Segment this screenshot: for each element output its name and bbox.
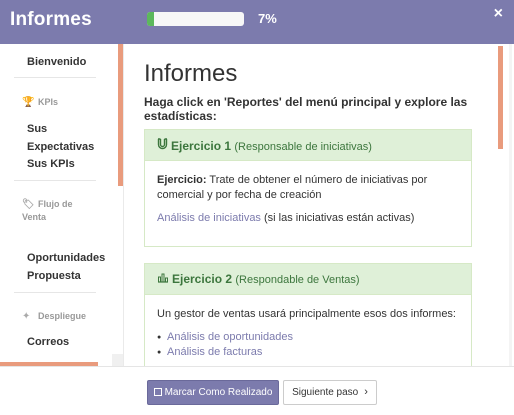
link-analisis-facturas[interactable]: Análisis de facturas [167, 346, 262, 358]
magic-wand-icon: ✦ [22, 311, 31, 322]
footer-bar: Marcar Como Realizado Siguiente paso › [0, 366, 514, 415]
exercise-card-header: Ejercicio 1 (Responsable de iniciativas) [145, 130, 471, 161]
exercise-card-header: Ejercicio 2 (Respondable de Ventas) [145, 264, 471, 295]
main-scroll-track [509, 44, 512, 366]
intro-text: Haga click en 'Reportes' del menú princi… [144, 95, 468, 123]
sidebar-scroll-corner [112, 354, 123, 366]
header-bar: Informes 7% × [0, 0, 514, 44]
exercise-subtitle: (Responsable de iniciativas) [234, 141, 372, 153]
exercise-card-1: Ejercicio 1 (Responsable de iniciativas)… [144, 129, 472, 247]
sidebar-group-label: Despliegue [38, 311, 87, 321]
sidebar-divider [14, 180, 96, 181]
exercise-lead-text: Un gestor de ventas usará principalmente… [157, 308, 456, 320]
exercise-title: Ejercicio 1 [171, 139, 232, 153]
link-analisis-oportunidades[interactable]: Análisis de oportunidades [167, 331, 293, 343]
close-icon[interactable]: × [494, 5, 503, 23]
report-link-list: Análisis de oportunidades Análisis de fa… [157, 330, 459, 360]
bar-chart-icon [157, 272, 169, 286]
sidebar-group-flujo: 🏷 Flujo de Venta [22, 198, 92, 223]
link-suffix: (si las iniciativas están activas) [264, 212, 415, 224]
sidebar-group-despliegue: ✦ Despliegue [22, 310, 86, 323]
exercise-card-body: Un gestor de ventas usará principalmente… [145, 295, 471, 366]
sidebar-group-label: KPIs [38, 97, 59, 107]
next-step-button[interactable]: Siguiente paso › [283, 380, 377, 405]
link-analisis-iniciativas[interactable]: Análisis de iniciativas [157, 212, 261, 224]
next-step-label: Siguiente paso [292, 387, 359, 398]
list-item: Análisis de facturas [157, 345, 459, 360]
main-scrollbar[interactable] [498, 46, 503, 149]
header-title: Informes [10, 9, 92, 30]
sidebar-scrollbar[interactable] [118, 44, 123, 186]
progress-bar [147, 12, 244, 26]
magnet-icon [157, 138, 168, 153]
list-item: Análisis de oportunidades [157, 330, 459, 345]
exercise-title: Ejercicio 2 [172, 272, 233, 286]
mark-done-label: Marcar Como Realizado [164, 387, 273, 398]
sidebar-item-sus-expectativas[interactable]: Sus Expectativas [27, 120, 107, 156]
sidebar-item-bienvenido[interactable]: Bienvenido [27, 53, 86, 71]
page-title: Informes [144, 60, 238, 87]
exercise-card-body: Ejercicio: Trate de obtener el número de… [145, 161, 471, 246]
exercise-card-2: Ejercicio 2 (Respondable de Ventas) Un g… [144, 263, 472, 366]
sidebar-divider [14, 292, 96, 293]
tag-icon: 🏷 [22, 199, 35, 210]
sidebar-group-kpis: 🏆 KPIs [22, 96, 58, 109]
sidebar-item-propuesta[interactable]: Propuesta [27, 267, 81, 285]
checkbox-icon [153, 388, 162, 396]
sidebar-item-oportunidades[interactable]: Oportunidades [27, 249, 105, 267]
sidebar: Bienvenido 🏆 KPIs Sus Expectativas Sus KP… [0, 44, 124, 366]
progress-percent: 7% [258, 11, 277, 26]
sidebar-divider [14, 77, 96, 78]
exercise-subtitle: (Respondable de Ventas) [235, 274, 360, 286]
trophy-icon: 🏆 [22, 97, 35, 108]
progress-fill [147, 12, 154, 26]
exercise-lead-label: Ejercicio: [157, 174, 207, 186]
mark-done-button[interactable]: Marcar Como Realizado [147, 380, 279, 405]
exercise-link-line: Análisis de iniciativas (si las iniciati… [157, 211, 459, 226]
sidebar-item-sus-kpis[interactable]: Sus KPIs [27, 155, 75, 173]
main-content: Informes Haga click en 'Reportes' del me… [124, 44, 514, 366]
chevron-right-icon: › [364, 386, 368, 398]
sidebar-item-correos[interactable]: Correos [27, 333, 69, 351]
exercise-description: Ejercicio: Trate de obtener el número de… [157, 173, 459, 203]
